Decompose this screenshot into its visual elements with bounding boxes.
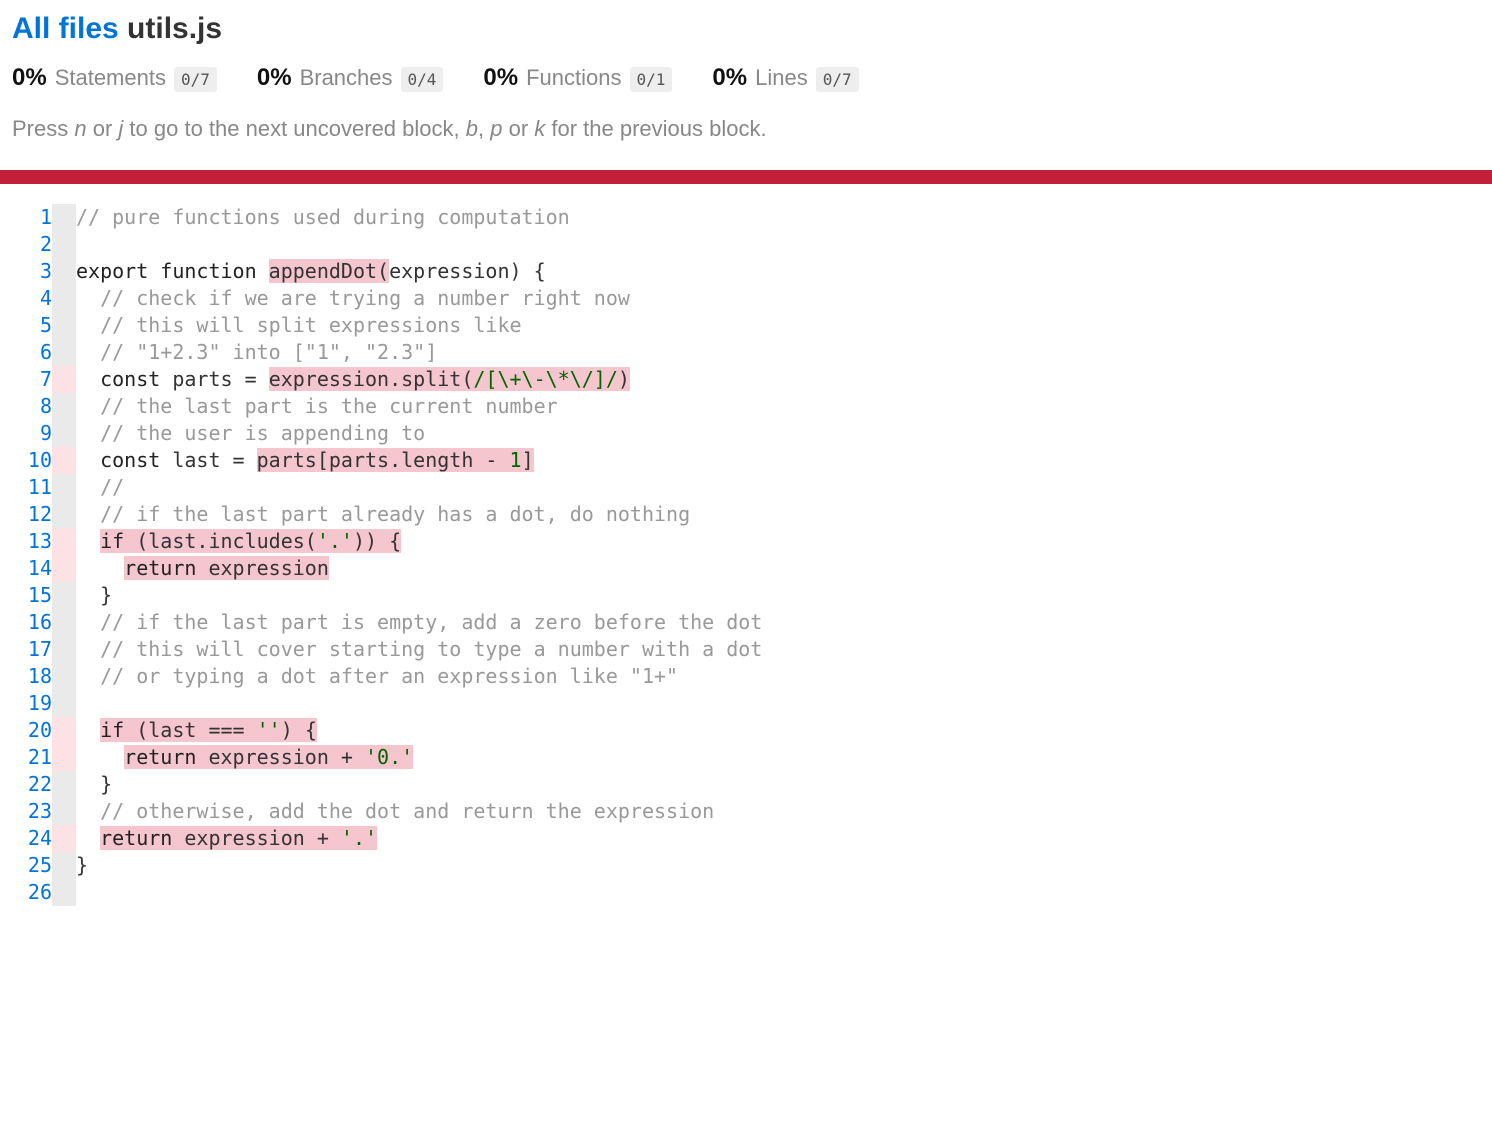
line-number-link[interactable]: 16 bbox=[28, 610, 52, 634]
line-number-link[interactable]: 12 bbox=[28, 502, 52, 526]
gutter-cell bbox=[52, 555, 76, 582]
gutter-cell bbox=[52, 636, 76, 663]
line-number-link[interactable]: 8 bbox=[40, 394, 52, 418]
gutter-cell bbox=[52, 609, 76, 636]
breadcrumb-file: utils.js bbox=[127, 12, 222, 45]
line-number-link[interactable]: 19 bbox=[28, 691, 52, 715]
line-number-link[interactable]: 18 bbox=[28, 664, 52, 688]
gutter-cell bbox=[52, 258, 76, 285]
metric-frac: 0/4 bbox=[401, 67, 444, 92]
gutter-cell bbox=[52, 393, 76, 420]
uncovered-statement: parts[parts.length - 1] bbox=[257, 448, 534, 472]
gutter-cell bbox=[52, 474, 76, 501]
keyboard-hint: Press n or j to go to the next uncovered… bbox=[12, 116, 1480, 142]
metric-frac: 0/7 bbox=[816, 67, 859, 92]
line-numbers: 1 2 3 4 5 6 7 8 9 10 11 12 13 14 15 16 1… bbox=[12, 204, 52, 906]
gutter-cell bbox=[52, 744, 76, 771]
gutter-cell bbox=[52, 420, 76, 447]
line-number-link[interactable]: 21 bbox=[28, 745, 52, 769]
uncovered-statement: expression.split(/[\+\-\*\/]/) bbox=[269, 367, 630, 391]
line-number-link[interactable]: 24 bbox=[28, 826, 52, 850]
gutter-cell bbox=[52, 771, 76, 798]
gutter-cell bbox=[52, 663, 76, 690]
gutter-cell bbox=[52, 312, 76, 339]
line-gutter bbox=[52, 204, 76, 906]
metric-frac: 0/7 bbox=[174, 67, 217, 92]
gutter-cell bbox=[52, 717, 76, 744]
line-number-link[interactable]: 6 bbox=[40, 340, 52, 364]
metric-label: Branches bbox=[300, 65, 393, 91]
gutter-cell bbox=[52, 825, 76, 852]
gutter-cell bbox=[52, 879, 76, 906]
gutter-cell bbox=[52, 582, 76, 609]
header: All files utils.js 0% Statements 0/7 0% … bbox=[0, 0, 1492, 142]
source-code: // pure functions used during computatio… bbox=[76, 204, 762, 906]
line-number-link[interactable]: 7 bbox=[40, 367, 52, 391]
line-number-link[interactable]: 9 bbox=[40, 421, 52, 445]
metric-label: Functions bbox=[526, 65, 621, 91]
code-coverage-table: 1 2 3 4 5 6 7 8 9 10 11 12 13 14 15 16 1… bbox=[12, 204, 762, 906]
gutter-cell bbox=[52, 204, 76, 231]
metric-frac: 0/1 bbox=[630, 67, 673, 92]
line-number-link[interactable]: 23 bbox=[28, 799, 52, 823]
gutter-cell bbox=[52, 501, 76, 528]
uncovered-statement: if (last.includes('.')) { bbox=[100, 529, 401, 553]
gutter-cell bbox=[52, 447, 76, 474]
gutter-cell bbox=[52, 528, 76, 555]
line-number-link[interactable]: 17 bbox=[28, 637, 52, 661]
gutter-cell bbox=[52, 366, 76, 393]
line-number-link[interactable]: 14 bbox=[28, 556, 52, 580]
line-number-link[interactable]: 26 bbox=[28, 880, 52, 904]
uncovered-statement: return expression + '0.' bbox=[124, 745, 413, 769]
metric-pct: 0% bbox=[257, 64, 292, 92]
metric-pct: 0% bbox=[483, 64, 518, 92]
uncovered-statement: return expression bbox=[124, 556, 329, 580]
line-number-link[interactable]: 22 bbox=[28, 772, 52, 796]
line-number-link[interactable]: 2 bbox=[40, 232, 52, 256]
line-number-link[interactable]: 13 bbox=[28, 529, 52, 553]
metric-branches: 0% Branches 0/4 bbox=[257, 64, 444, 92]
gutter-cell bbox=[52, 690, 76, 717]
gutter-cell bbox=[52, 285, 76, 312]
breadcrumb-root-link[interactable]: All files bbox=[12, 12, 119, 45]
metric-label: Lines bbox=[755, 65, 808, 91]
line-number-link[interactable]: 4 bbox=[40, 286, 52, 310]
line-number-link[interactable]: 10 bbox=[28, 448, 52, 472]
line-number-link[interactable]: 5 bbox=[40, 313, 52, 337]
uncovered-statement: if (last === '') { bbox=[100, 718, 317, 742]
uncovered-function: appendDot( bbox=[269, 259, 389, 283]
gutter-cell bbox=[52, 798, 76, 825]
gutter-cell bbox=[52, 231, 76, 258]
metric-functions: 0% Functions 0/1 bbox=[483, 64, 672, 92]
line-number-link[interactable]: 3 bbox=[40, 259, 52, 283]
metric-lines: 0% Lines 0/7 bbox=[712, 64, 858, 92]
line-number-link[interactable]: 20 bbox=[28, 718, 52, 742]
uncovered-statement: return expression + '.' bbox=[100, 826, 377, 850]
gutter-cell bbox=[52, 339, 76, 366]
line-number-link[interactable]: 11 bbox=[28, 475, 52, 499]
coverage-status-bar bbox=[0, 170, 1492, 184]
metric-pct: 0% bbox=[712, 64, 747, 92]
line-number-link[interactable]: 15 bbox=[28, 583, 52, 607]
gutter-cell bbox=[52, 852, 76, 879]
metric-pct: 0% bbox=[12, 64, 47, 92]
line-number-link[interactable]: 25 bbox=[28, 853, 52, 877]
metric-label: Statements bbox=[55, 65, 166, 91]
metric-statements: 0% Statements 0/7 bbox=[12, 64, 217, 92]
breadcrumb: All files utils.js bbox=[12, 12, 1480, 46]
line-number-link[interactable]: 1 bbox=[40, 205, 52, 229]
coverage-metrics: 0% Statements 0/7 0% Branches 0/4 0% Fun… bbox=[12, 64, 1480, 92]
